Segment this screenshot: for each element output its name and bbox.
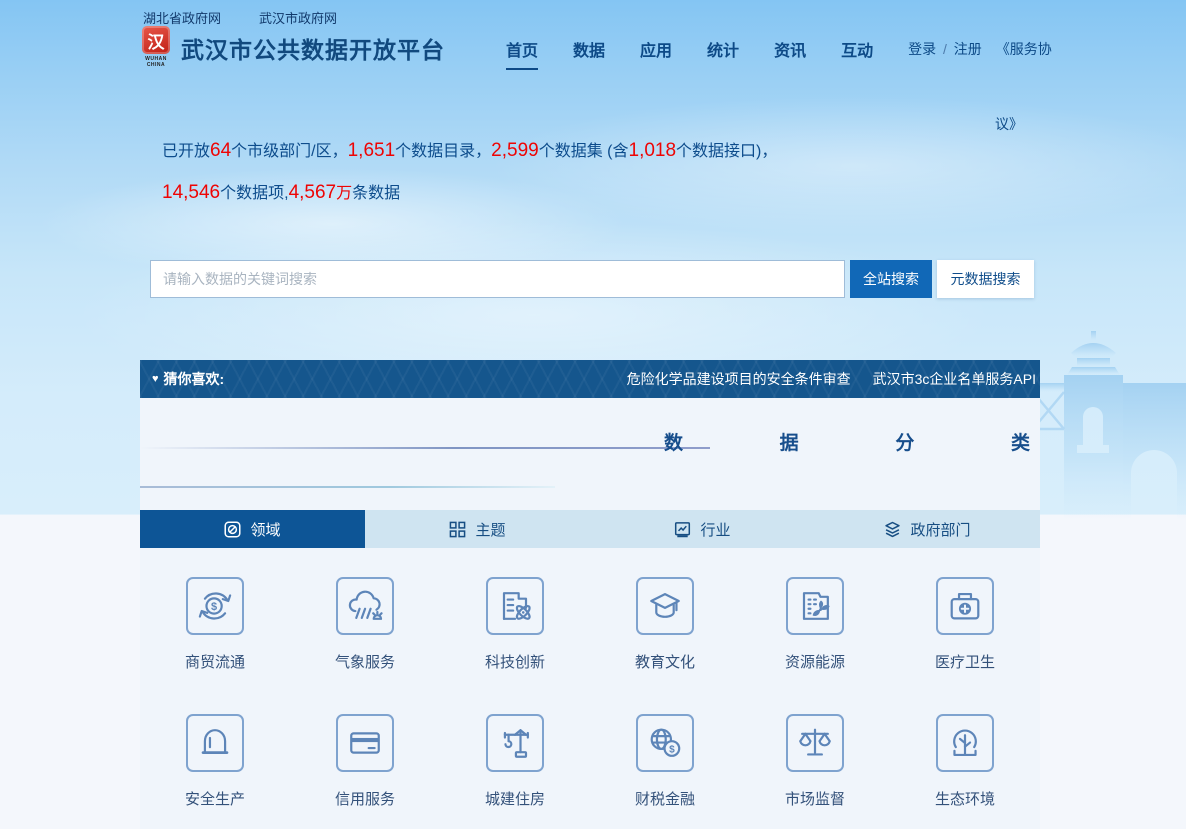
category-credit-service[interactable]: 信用服务 [290, 697, 440, 829]
chart-icon [674, 521, 691, 538]
resource-energy-icon [786, 577, 844, 635]
site-search-button[interactable]: 全站搜索 [850, 260, 932, 298]
logo-caption: WUHAN CHINA [145, 56, 167, 68]
top-gov-links: 湖北省政府网 武汉市政府网 [143, 8, 337, 27]
category-label: 医疗卫生 [935, 651, 995, 672]
stat-record-count: 4,567 [289, 182, 337, 203]
weather-service-icon [336, 577, 394, 635]
safety-production-icon [186, 714, 244, 772]
nav-news[interactable]: 资讯 [774, 37, 806, 68]
category-grid: $ 商贸流通 气象服务 [140, 560, 1040, 829]
category-resource-energy[interactable]: 资源能源 [740, 560, 890, 697]
education-culture-icon [636, 577, 694, 635]
category-label: 气象服务 [335, 651, 395, 672]
category-label: 安全生产 [185, 788, 245, 809]
urban-housing-icon [486, 714, 544, 772]
main-nav: 首页 数据 应用 统计 资讯 互动 登录 / 注册 《服务协 [506, 37, 1052, 70]
medical-health-icon [936, 577, 994, 635]
nav-interact[interactable]: 互动 [841, 37, 873, 68]
layers-icon [884, 521, 901, 538]
category-market-supervision[interactable]: 市场监督 [740, 697, 890, 829]
classification-tabs: 领域 主题 行业 政府部门 [140, 510, 1040, 548]
meta-search-button[interactable]: 元数据搜索 [937, 260, 1034, 298]
decor-line-top [140, 447, 710, 449]
category-trade-circulation[interactable]: $ 商贸流通 [140, 560, 290, 697]
ecology-environment-icon [936, 714, 994, 772]
category-label: 市场监督 [785, 788, 845, 809]
grid-icon [449, 521, 466, 538]
guess-you-like-label: ♥ 猜你喜欢: [152, 369, 224, 389]
guess-links: 危险化学品建设项目的安全条件审查 武汉市3c企业名单服务API [627, 369, 1036, 389]
section-title-data-classification: 数 据 分 类 [664, 428, 1030, 455]
nav-apps[interactable]: 应用 [640, 37, 672, 68]
logo-glyph: 汉 [142, 26, 170, 54]
guess-you-like-bar: ♥ 猜你喜欢: 危险化学品建设项目的安全条件审查 武汉市3c企业名单服务API [140, 360, 1040, 398]
credit-service-icon [336, 714, 394, 772]
category-safety-production[interactable]: 安全生产 [140, 697, 290, 829]
trade-circulation-icon: $ [186, 577, 244, 635]
tab-theme[interactable]: 主题 [365, 510, 590, 548]
stat-api-count: 1,018 [629, 140, 677, 161]
wuhan-gov-link[interactable]: 武汉市政府网 [259, 8, 337, 27]
category-label: 科技创新 [485, 651, 545, 672]
decor-line-bottom [140, 486, 555, 488]
category-urban-housing[interactable]: 城建住房 [440, 697, 590, 829]
site-title: 武汉市公共数据开放平台 [181, 31, 445, 65]
category-label: 教育文化 [635, 651, 695, 672]
category-weather-service[interactable]: 气象服务 [290, 560, 440, 697]
site-brand[interactable]: 汉 WUHAN CHINA 武汉市公共数据开放平台 [141, 26, 445, 68]
heart-icon: ♥ [152, 373, 159, 385]
service-agreement-link[interactable]: 《服务协 [996, 39, 1052, 59]
science-innovation-icon [486, 577, 544, 635]
tab-government-dept[interactable]: 政府部门 [815, 510, 1040, 548]
category-education-culture[interactable]: 教育文化 [590, 560, 740, 697]
login-link[interactable]: 登录 [908, 41, 936, 57]
category-medical-health[interactable]: 医疗卫生 [890, 560, 1040, 697]
register-link[interactable]: 注册 [954, 41, 982, 57]
category-label: 生态环境 [935, 788, 995, 809]
stat-item-count: 14,546 [162, 182, 220, 203]
category-label: 商贸流通 [185, 651, 245, 672]
service-agreement-link-wrapped[interactable]: 议》 [995, 114, 1023, 134]
stat-dataset-count: 2,599 [491, 140, 539, 161]
category-label: 城建住房 [485, 788, 545, 809]
category-label: 资源能源 [785, 651, 845, 672]
category-label: 信用服务 [335, 788, 395, 809]
market-supervision-icon [786, 714, 844, 772]
svg-text:$: $ [669, 744, 675, 755]
page: 湖北省政府网 武汉市政府网 汉 WUHAN CHINA 武汉市公共数据开放平台 … [0, 0, 1186, 829]
search-bar: 全站搜索 元数据搜索 [150, 260, 1034, 298]
stat-catalog-count: 1,651 [348, 140, 396, 161]
data-classification-panel: 数 据 分 类 领域 主题 [140, 398, 1040, 829]
category-label: 财税金融 [635, 788, 695, 809]
search-input[interactable] [150, 260, 845, 298]
svg-text:$: $ [211, 601, 217, 613]
tab-industry[interactable]: 行业 [590, 510, 815, 548]
target-icon [224, 521, 241, 538]
tab-domain[interactable]: 领域 [140, 510, 365, 548]
nav-data[interactable]: 数据 [573, 37, 605, 68]
category-finance-tax[interactable]: $ 财税金融 [590, 697, 740, 829]
category-ecology-environment[interactable]: 生态环境 [890, 697, 1040, 829]
nav-stats[interactable]: 统计 [707, 37, 739, 68]
guess-link-hazard-chemicals[interactable]: 危险化学品建设项目的安全条件审查 [627, 369, 851, 389]
wuhan-logo-icon: 汉 WUHAN CHINA [141, 26, 171, 68]
account-links: 登录 / 注册 [908, 39, 982, 59]
login-register-divider: / [940, 41, 950, 57]
hubei-gov-link[interactable]: 湖北省政府网 [143, 8, 221, 27]
nav-home[interactable]: 首页 [506, 37, 538, 70]
finance-tax-icon: $ [636, 714, 694, 772]
open-data-stats: 已开放64个市级部门/区，1,651个数据目录，2,599个数据集 (含1,01… [162, 130, 780, 214]
stat-departments-count: 64 [210, 140, 231, 161]
category-science-innovation[interactable]: 科技创新 [440, 560, 590, 697]
guess-link-3c-enterprises[interactable]: 武汉市3c企业名单服务API [873, 369, 1036, 389]
